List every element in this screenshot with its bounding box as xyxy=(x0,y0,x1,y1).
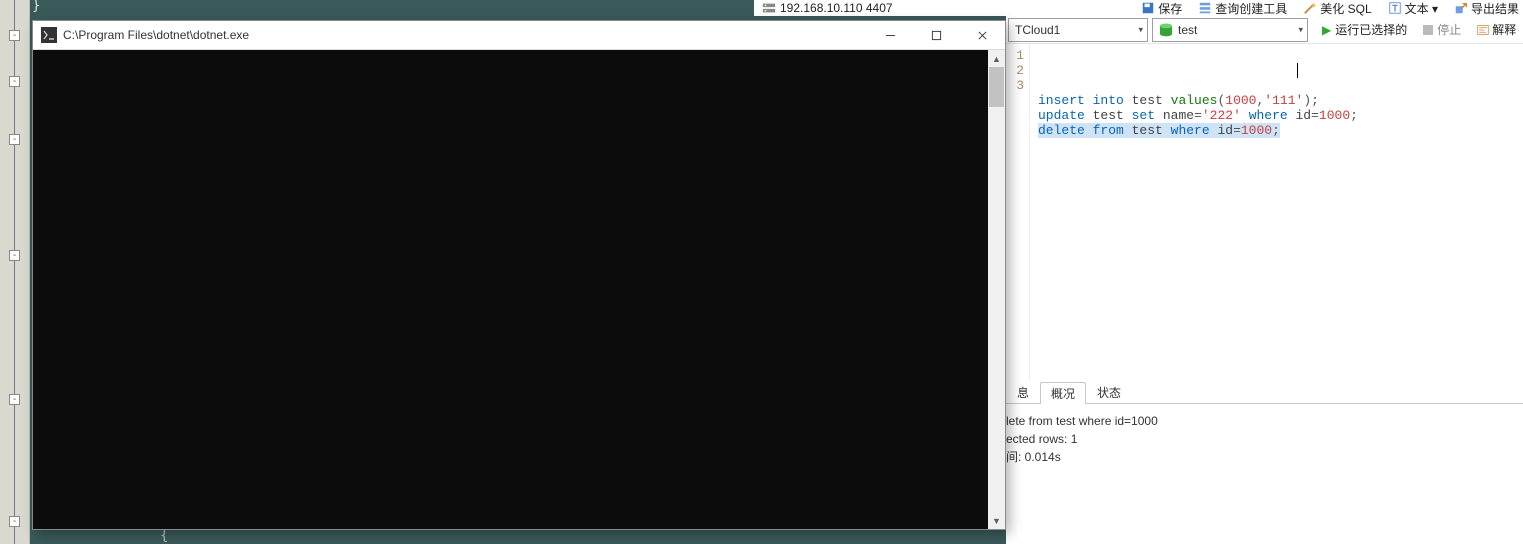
fold-toggle-icon[interactable]: - xyxy=(9,76,20,87)
result-query: lete from test where id=1000 xyxy=(1006,412,1523,430)
tab-status[interactable]: 状态 xyxy=(1086,381,1132,403)
wand-icon xyxy=(1303,1,1317,15)
minimize-button[interactable] xyxy=(867,21,913,50)
code-line[interactable]: insert into test values(1000,'111'); xyxy=(1038,93,1523,108)
explain-button[interactable]: 解释 xyxy=(1471,18,1522,42)
scroll-up-arrow-icon[interactable]: ▲ xyxy=(988,50,1005,67)
text-menu-button[interactable]: 文本 ▾ xyxy=(1384,0,1442,16)
result-tabs: 息 概况 状态 xyxy=(1006,380,1523,404)
line-number: 3 xyxy=(1006,78,1024,93)
console-scrollbar[interactable]: ▲ ▼ xyxy=(988,50,1005,529)
fold-toggle-icon[interactable]: - xyxy=(9,394,20,405)
stop-button[interactable]: 停止 xyxy=(1417,18,1467,42)
play-icon: ▶ xyxy=(1322,23,1331,37)
database-select[interactable]: test ▾ xyxy=(1152,18,1308,42)
beautify-sql-button[interactable]: 美化 SQL xyxy=(1299,0,1375,16)
run-selected-button[interactable]: ▶ 运行已选择的 xyxy=(1316,18,1413,42)
sql-editor[interactable]: 123 insert into test values(1000,'111');… xyxy=(1006,44,1523,380)
line-number: 1 xyxy=(1006,48,1024,63)
maximize-button[interactable] xyxy=(913,21,959,50)
database-icon xyxy=(1157,21,1175,39)
toolbar-top: 192.168.10.110 4407 保存 查询创建工具 美化 SQL 文本 … xyxy=(754,0,1523,16)
tab-info[interactable]: 息 xyxy=(1006,381,1040,403)
query-builder-button[interactable]: 查询创建工具 xyxy=(1194,0,1291,16)
tab-profile[interactable]: 概况 xyxy=(1040,382,1086,404)
server-address: 192.168.10.110 4407 xyxy=(780,1,893,15)
editor-gutter: 123 xyxy=(1006,44,1030,380)
fold-toggle-icon[interactable]: - xyxy=(9,30,20,41)
bg-code-peek-bottom: { xyxy=(160,528,168,544)
scroll-down-arrow-icon[interactable]: ▼ xyxy=(988,512,1005,529)
explain-icon xyxy=(1477,24,1489,36)
titlebar[interactable]: C:\Program Files\dotnet\dotnet.exe xyxy=(33,21,1005,50)
result-rows: ected rows: 1 xyxy=(1006,430,1523,448)
server-icon xyxy=(762,1,776,15)
line-number: 2 xyxy=(1006,63,1024,78)
result-time: 间: 0.014s xyxy=(1006,448,1523,466)
export-result-button[interactable]: 导出结果 xyxy=(1450,0,1523,16)
editor-code[interactable]: insert into test values(1000,'111');upda… xyxy=(1030,44,1523,380)
console-body[interactable] xyxy=(33,50,1005,529)
scroll-thumb[interactable] xyxy=(989,67,1004,107)
result-body: lete from test where id=1000 ected rows:… xyxy=(1006,404,1523,544)
save-button[interactable]: 保存 xyxy=(1137,0,1186,16)
chevron-down-icon: ▾ xyxy=(1298,24,1303,35)
app-icon xyxy=(41,27,57,43)
toolbar-connection-run: TCloud1 ▾ test ▾ ▶ 运行已选择的 停止 解释 xyxy=(1006,16,1523,44)
text-icon xyxy=(1388,1,1402,15)
fold-toggle-icon[interactable]: - xyxy=(9,134,20,145)
fold-toggle-icon[interactable]: - xyxy=(9,250,20,261)
console-window: C:\Program Files\dotnet\dotnet.exe ▲ ▼ xyxy=(32,20,1006,530)
bg-code-peek-top: } xyxy=(32,0,40,14)
code-line[interactable]: delete from test where id=1000; xyxy=(1038,123,1523,138)
query-tool-icon xyxy=(1198,1,1212,15)
fold-toggle-icon[interactable]: - xyxy=(9,516,20,527)
export-icon xyxy=(1454,1,1468,15)
save-icon xyxy=(1141,1,1155,15)
connection-select[interactable]: TCloud1 ▾ xyxy=(1008,18,1148,42)
stop-icon xyxy=(1423,25,1433,35)
code-line[interactable]: update test set name='222' where id=1000… xyxy=(1038,108,1523,123)
chevron-down-icon: ▾ xyxy=(1138,24,1143,35)
text-cursor xyxy=(1297,63,1298,78)
close-button[interactable] xyxy=(959,21,1005,50)
window-title: C:\Program Files\dotnet\dotnet.exe xyxy=(63,28,867,42)
